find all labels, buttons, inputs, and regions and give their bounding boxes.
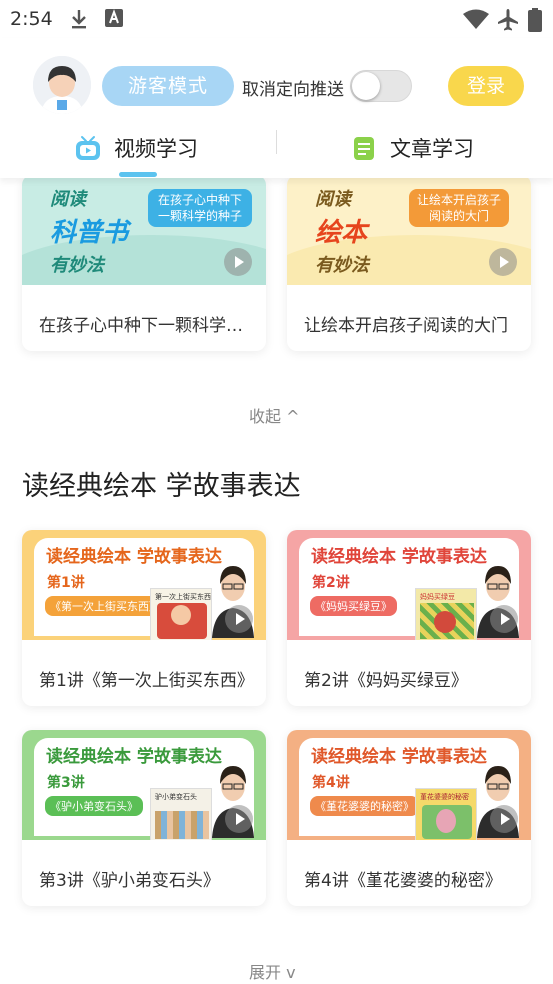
thumb-title-line: 阅读 <box>50 189 86 210</box>
card-title: 第1讲《第一次上街买东西》 <box>39 671 254 691</box>
app-a-icon <box>105 9 123 27</box>
thumb-book: 《堇花婆婆的秘密》 <box>310 796 419 816</box>
thumb-lecture: 第3讲 <box>47 775 85 791</box>
card-thumbnail: 读经典绘本 学故事表达 第4讲 《堇花婆婆的秘密》 堇花婆婆的秘密 <box>287 730 531 840</box>
thumb-bubble: 让绘本开启孩子阅读的大门 <box>409 189 509 227</box>
thumb-title-line: 科普书 <box>50 218 129 248</box>
tab-divider <box>276 130 277 154</box>
thumb-title-line: 有妙法 <box>50 255 104 276</box>
tv-icon <box>76 136 100 160</box>
lecture-card-3[interactable]: 读经典绘本 学故事表达 第3讲 《驴小弟变石头》 驴小弟变石头 第3讲《驴小弟变… <box>22 730 266 906</box>
lecture-card-4[interactable]: 读经典绘本 学故事表达 第4讲 《堇花婆婆的秘密》 堇花婆婆的秘密 第4讲《堇花… <box>287 730 531 906</box>
card-thumbnail: 阅读 绘本 有妙法 让绘本开启孩子阅读的大门 <box>287 175 531 285</box>
expand-button[interactable]: 展开 v <box>249 959 296 983</box>
header: 游客模式 取消定向推送 登录 视频学习 文章学习 <box>0 38 553 178</box>
play-icon <box>224 248 252 276</box>
download-icon <box>72 10 86 29</box>
lecture-card-2[interactable]: 读经典绘本 学故事表达 第2讲 《妈妈买绿豆》 妈妈买绿豆 第2讲《妈妈买绿豆》 <box>287 530 531 706</box>
thumb-lecture: 第4讲 <box>312 775 350 791</box>
tab-article[interactable]: 文章学习 <box>350 128 474 168</box>
toggle-knob <box>352 72 380 100</box>
status-time: 2:54 <box>10 8 53 30</box>
targeted-push-toggle[interactable] <box>350 70 412 102</box>
book-cover: 驴小弟变石头 <box>150 788 212 840</box>
thumb-heading: 读经典绘本 学故事表达 <box>46 547 222 567</box>
thumb-heading: 读经典绘本 学故事表达 <box>311 547 487 567</box>
tab-video-label: 视频学习 <box>114 137 198 161</box>
avatar-icon <box>33 56 91 114</box>
book-cover-text: 第一次上街买东西 <box>155 593 211 601</box>
book-cover: 堇花婆婆的秘密 <box>415 788 477 840</box>
thumb-heading: 读经典绘本 学故事表达 <box>311 747 487 767</box>
thumb-heading: 读经典绘本 学故事表达 <box>46 747 222 767</box>
targeted-push-label: 取消定向推送 <box>242 80 344 100</box>
tab-article-label: 文章学习 <box>390 137 474 161</box>
book-cover: 第一次上街买东西 <box>150 588 212 640</box>
play-icon <box>225 605 253 633</box>
card-title: 第4讲《堇花婆婆的秘密》 <box>304 871 502 891</box>
book-cover: 妈妈买绿豆 <box>415 588 477 640</box>
lecture-card-1[interactable]: 读经典绘本 学故事表达 第1讲 《第一次上街买东西》 第一次上街买东西 第1讲《… <box>22 530 266 706</box>
thumb-title-line: 有妙法 <box>315 255 369 276</box>
thumb-bubble: 在孩子心中种下一颗科学的种子 <box>148 189 252 227</box>
document-icon <box>354 137 374 160</box>
play-icon <box>490 805 518 833</box>
play-icon <box>225 805 253 833</box>
thumb-lecture: 第1讲 <box>47 575 85 591</box>
card-thumbnail: 阅读 科普书 有妙法 在孩子心中种下一颗科学的种子 <box>22 175 266 285</box>
card-title: 在孩子心中种下一颗科学的种子 <box>39 316 254 336</box>
collapse-button[interactable]: 收起 ^ <box>249 403 300 427</box>
login-button[interactable]: 登录 <box>448 66 524 106</box>
book-cover-text: 堇花婆婆的秘密 <box>420 793 469 801</box>
video-card-picturebook[interactable]: 阅读 绘本 有妙法 让绘本开启孩子阅读的大门 让绘本开启孩子阅读的大门 <box>287 175 531 351</box>
card-thumbnail: 读经典绘本 学故事表达 第3讲 《驴小弟变石头》 驴小弟变石头 <box>22 730 266 840</box>
wifi-icon <box>463 9 489 29</box>
card-title: 让绘本开启孩子阅读的大门 <box>304 316 508 336</box>
play-icon <box>489 248 517 276</box>
card-title: 第2讲《妈妈买绿豆》 <box>304 671 468 691</box>
play-icon <box>490 605 518 633</box>
thumb-title-line: 绘本 <box>315 218 368 248</box>
card-title: 第3讲《驴小弟变石头》 <box>39 871 220 891</box>
book-cover-text: 妈妈买绿豆 <box>420 593 455 601</box>
card-thumbnail: 读经典绘本 学故事表达 第2讲 《妈妈买绿豆》 妈妈买绿豆 <box>287 530 531 640</box>
card-thumbnail: 读经典绘本 学故事表达 第1讲 《第一次上街买东西》 第一次上街买东西 <box>22 530 266 640</box>
thumb-title-line: 阅读 <box>315 189 351 210</box>
video-card-science[interactable]: 阅读 科普书 有妙法 在孩子心中种下一颗科学的种子 在孩子心中种下一颗科学的种子 <box>22 175 266 351</box>
tab-video[interactable]: 视频学习 <box>74 128 198 168</box>
status-bar: 2:54 <box>0 0 553 38</box>
thumb-book: 《妈妈买绿豆》 <box>310 596 397 616</box>
avatar[interactable] <box>33 56 91 114</box>
thumb-book: 《第一次上街买东西》 <box>45 596 165 616</box>
thumb-lecture: 第2讲 <box>312 575 350 591</box>
book-cover-text: 驴小弟变石头 <box>155 793 197 801</box>
section-title: 读经典绘本 学故事表达 <box>22 471 301 502</box>
tab-active-indicator <box>119 172 157 177</box>
thumb-book: 《驴小弟变石头》 <box>45 796 143 816</box>
battery-icon <box>528 8 542 32</box>
airplane-icon <box>498 9 518 31</box>
guest-mode-button[interactable]: 游客模式 <box>102 66 234 106</box>
